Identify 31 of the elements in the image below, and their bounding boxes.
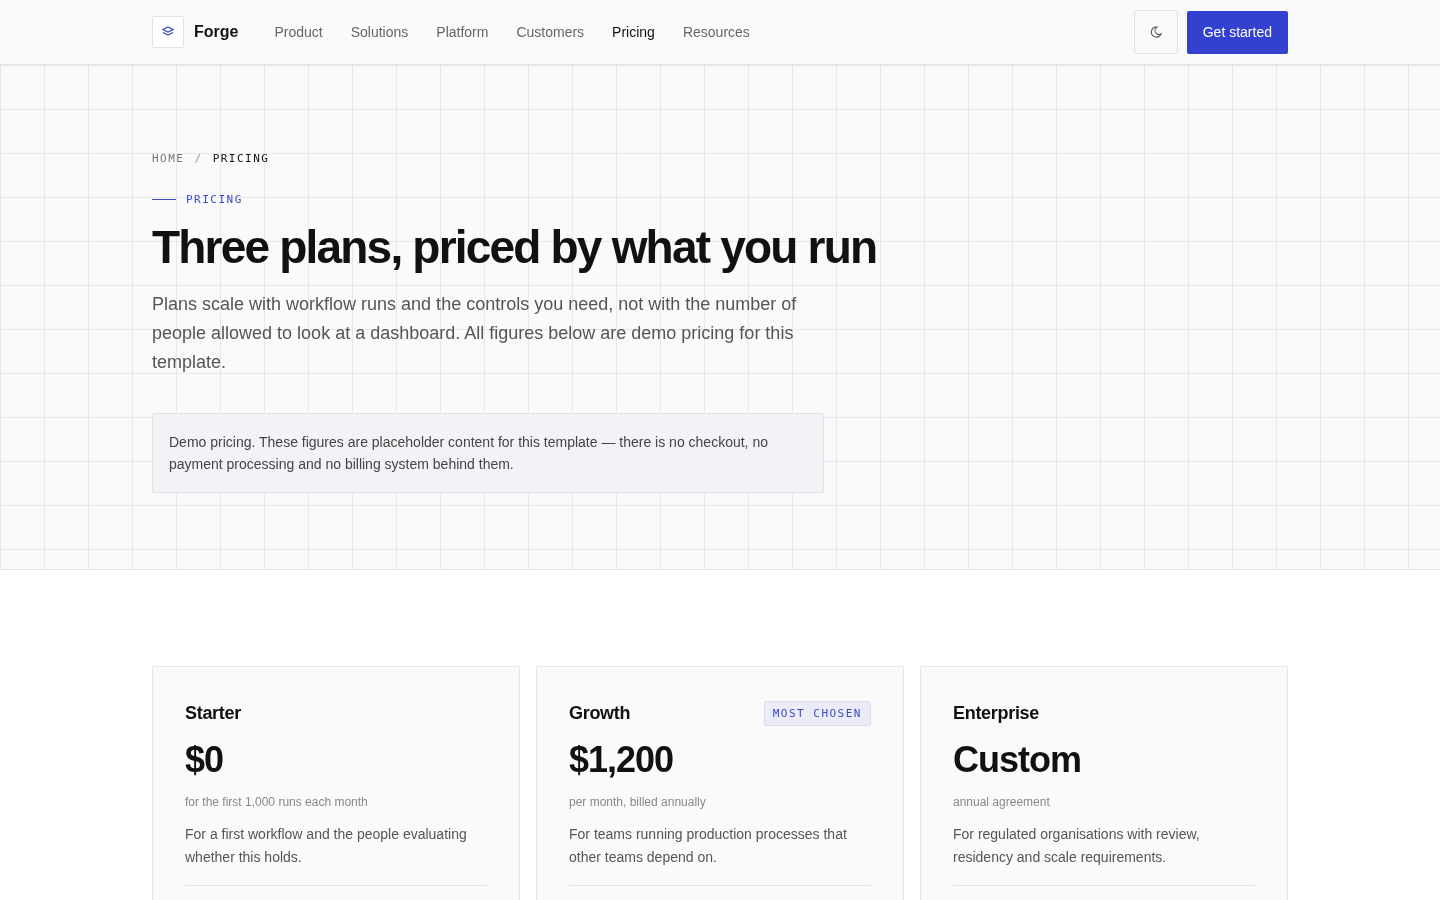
theme-toggle-button[interactable] <box>1133 10 1178 54</box>
breadcrumb-link[interactable]: HOME <box>152 152 185 165</box>
plan-price: $0 <box>185 739 225 781</box>
plan-name: Growth <box>569 702 631 724</box>
plan-name: Starter <box>185 702 241 724</box>
layers-icon[interactable] <box>152 16 184 48</box>
plan-description: For teams running production processes that other teams depend on. <box>569 825 848 867</box>
moon-icon <box>1148 25 1163 39</box>
nav-link[interactable]: Product <box>274 24 323 40</box>
demo-notice: Demo pricing. These figures are placeholder content for this template — there is no checkout, no payment processing and no billing system behind them. <box>152 413 824 493</box>
nav-link[interactable]: Platform <box>436 24 489 40</box>
plan-name: Enterprise <box>953 702 1040 724</box>
plan-description: For regulated organisations with review, residency and scale requirements. <box>953 825 1201 867</box>
page-title: Three plans, priced by what you run <box>152 220 878 274</box>
eyebrow-label: PRICING <box>186 193 243 206</box>
nav-link[interactable]: Customers <box>516 24 585 40</box>
get-started-button[interactable]: Get started <box>1186 10 1288 54</box>
plan-period: per month, billed annually <box>569 795 707 809</box>
plan-badge: MOST CHOSEN <box>763 700 871 726</box>
plan-period: annual agreement <box>953 795 1051 809</box>
intro-text: Plans scale with workflow runs and the controls you need, not with the number of people allowed to look at a dashboard. All figures below are demo pricing for this template. <box>152 293 798 374</box>
nav-link[interactable]: Solutions <box>350 24 409 40</box>
nav-link[interactable]: Resources <box>682 24 750 40</box>
plan-period: for the first 1,000 runs each month <box>185 795 369 809</box>
breadcrumb-separator: / <box>194 152 203 165</box>
plan-price: Custom <box>953 739 1082 781</box>
breadcrumb-link[interactable]: PRICING <box>212 152 270 165</box>
plan-price: $1,200 <box>569 739 675 781</box>
nav-link[interactable]: Pricing <box>612 24 655 40</box>
brand-name[interactable]: Forge <box>194 23 239 41</box>
plan-description: For a first workflow and the people evaluating whether this holds. <box>185 825 468 867</box>
